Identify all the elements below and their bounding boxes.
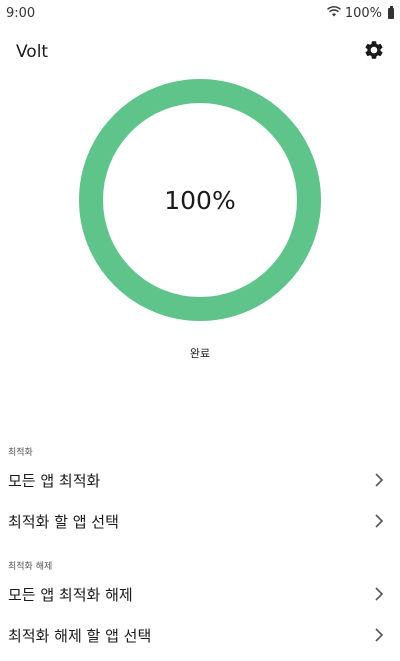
- battery-icon: [388, 5, 394, 19]
- list-item-label: 최적화 할 앱 선택: [8, 512, 119, 531]
- list-item-select-apps-optimize[interactable]: 최적화 할 앱 선택: [0, 501, 400, 541]
- wifi-icon: [326, 5, 341, 21]
- list-item-unoptimize-all[interactable]: 모든 앱 최적화 해제: [0, 574, 400, 614]
- list-item-label: 모든 앱 최적화: [8, 471, 101, 490]
- list-item-label: 모든 앱 최적화 해제: [8, 585, 133, 604]
- gauge-percent: 100%: [164, 185, 236, 215]
- status-time: 9:00: [6, 5, 36, 21]
- section-header-unoptimize: 최적화 해제: [8, 562, 53, 572]
- section-header-optimize: 최적화: [8, 448, 33, 458]
- progress-gauge: 100%: [78, 78, 322, 322]
- status-bar: 9:00 100%: [0, 0, 400, 26]
- gauge-status-label: 완료: [189, 347, 211, 360]
- chevron-right-icon: [372, 473, 386, 487]
- chevron-right-icon: [372, 587, 386, 601]
- app-title: Volt: [16, 42, 49, 62]
- list-item-optimize-all[interactable]: 모든 앱 최적화: [0, 460, 400, 500]
- settings-button[interactable]: [360, 38, 388, 66]
- chevron-right-icon: [372, 514, 386, 528]
- chevron-right-icon: [372, 628, 386, 642]
- battery-text: 100%: [344, 5, 382, 21]
- list-item-select-apps-unoptimize[interactable]: 최적화 해제 할 앱 선택: [0, 615, 400, 655]
- list-item-label: 최적화 해제 할 앱 선택: [8, 626, 152, 645]
- app-bar: Volt: [0, 34, 400, 70]
- gear-icon: [363, 39, 385, 65]
- status-icons: 100%: [326, 5, 394, 21]
